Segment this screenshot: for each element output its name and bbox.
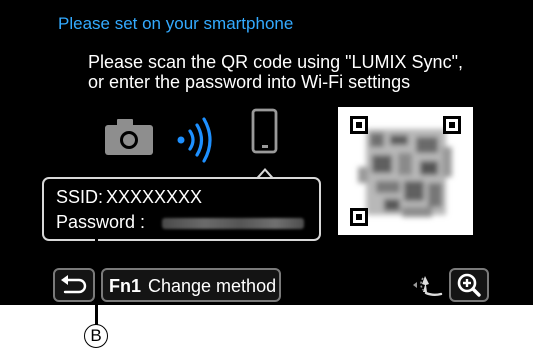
- ssid-value: XXXXXXXX: [106, 187, 203, 207]
- zoom-button[interactable]: [449, 268, 489, 302]
- password-label: Password :: [56, 212, 146, 232]
- wifi-signal-icon: [177, 117, 212, 163]
- back-button[interactable]: [53, 268, 95, 302]
- qr-finder-top-left: [350, 116, 368, 134]
- instruction-line-2: or enter the password into Wi-Fi setting…: [88, 72, 411, 92]
- return-arrow-icon: [61, 275, 87, 294]
- qr-code: [338, 107, 473, 235]
- instruction-text: Please scan the QR code using "LUMIX Syn…: [88, 52, 463, 92]
- camera-icon: [105, 119, 153, 155]
- ssid-label: SSID:: [56, 187, 104, 207]
- qr-code-image: [350, 116, 461, 226]
- callout-leader-line: [95, 237, 98, 325]
- control-dial-icon: [413, 276, 443, 296]
- fn1-key-label: Fn1: [109, 276, 142, 296]
- password-value-blurred: [162, 218, 304, 229]
- qr-finder-bottom-left: [350, 208, 368, 226]
- change-method-button[interactable]: Fn1 Change method: [101, 268, 281, 302]
- change-method-label: Change method: [148, 276, 277, 296]
- qr-finder-top-right: [443, 116, 461, 134]
- smartphone-icon: [251, 108, 278, 154]
- camera-screen: Please set on your smartphone Please sca…: [0, 0, 533, 305]
- password-line: Password :: [56, 212, 145, 233]
- callout-label-b: B: [84, 324, 108, 348]
- ssid-line: SSID: XXXXXXXX: [56, 187, 202, 208]
- instruction-line-1: Please scan the QR code using "LUMIX Syn…: [88, 52, 463, 72]
- zoom-in-icon: [457, 273, 481, 297]
- ssid-password-panel: SSID: XXXXXXXX Password :: [42, 177, 321, 241]
- screen-heading: Please set on your smartphone: [58, 14, 294, 33]
